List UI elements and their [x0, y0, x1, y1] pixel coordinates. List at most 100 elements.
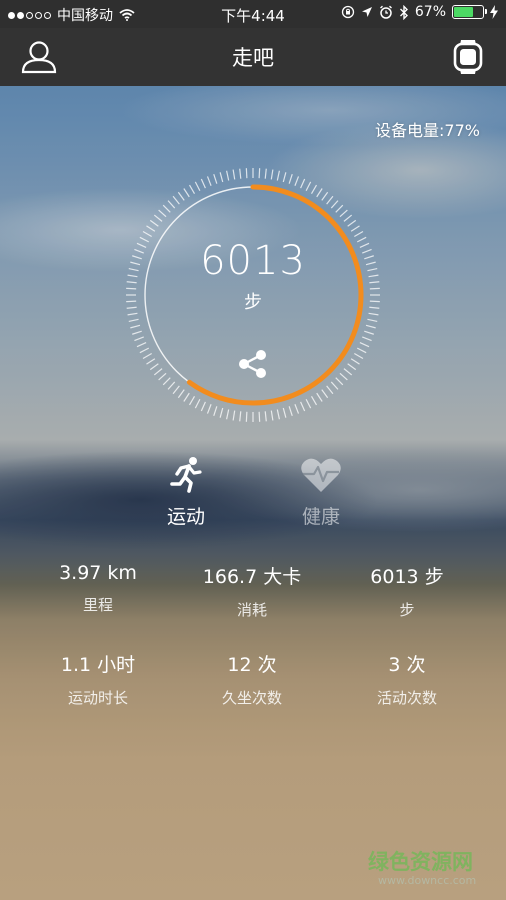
ring-tick — [294, 176, 300, 186]
smartwatch-icon — [453, 40, 483, 74]
ring-tick — [367, 318, 378, 322]
ring-tick — [270, 169, 274, 180]
watermark-url: www.downcc.com — [378, 874, 477, 887]
page-title: 走吧 — [232, 46, 274, 70]
ring-tick — [258, 168, 261, 179]
ring-tick — [226, 409, 230, 420]
ring-tick — [158, 372, 167, 381]
ring-tick — [149, 363, 159, 371]
ring-tick — [167, 200, 176, 209]
battery-percent: 67% — [414, 4, 446, 20]
ring-tick — [132, 330, 142, 335]
ring-tick — [183, 392, 190, 402]
ring-tick — [282, 172, 287, 183]
tab-sport-label: 运动 — [166, 506, 205, 528]
ring-tick — [146, 225, 156, 232]
bluetooth-icon — [399, 4, 408, 20]
device-battery-label: 设备电量:77% — [375, 121, 480, 140]
ring-tick — [305, 181, 312, 192]
ring-tick — [335, 377, 344, 386]
stat-calories-label: 消耗 — [236, 601, 267, 619]
ring-tick — [172, 385, 180, 395]
ring-tick — [158, 209, 167, 218]
alarm-icon — [379, 5, 392, 19]
share-button[interactable] — [235, 346, 271, 382]
ring-tick — [213, 174, 218, 184]
ring-tick — [142, 352, 152, 360]
ring-tick — [364, 330, 374, 335]
ring-tick — [213, 406, 218, 416]
ring-tick — [350, 225, 360, 232]
stat-sedentary-label: 久坐次数 — [221, 689, 282, 707]
ring-tick — [354, 230, 364, 238]
stat-duration: 1.1 小时 运动时长 — [18, 650, 178, 708]
ring-tick — [316, 188, 323, 198]
ring-tick — [177, 389, 185, 399]
ring-tick — [188, 184, 196, 194]
stat-activity: 3 次 活动次数 — [327, 650, 487, 708]
ring-tick — [219, 407, 224, 418]
ring-tick — [134, 336, 144, 342]
share-icon — [239, 350, 266, 378]
ring-tick — [300, 401, 306, 412]
ring-tick — [226, 170, 230, 181]
charging-bolt-icon — [490, 5, 498, 19]
ring-tick — [288, 406, 293, 416]
step-count: 6013 — [200, 238, 306, 284]
ring-tick — [310, 184, 318, 194]
ring-tick — [232, 169, 236, 180]
ring-tick — [276, 409, 280, 420]
ring-tick — [149, 219, 159, 227]
ring-tick — [177, 191, 185, 201]
stat-steps: 6013 步 步 — [327, 562, 487, 620]
ring-tick — [330, 200, 339, 209]
ring-tick — [339, 372, 348, 381]
ring-tick — [130, 324, 141, 329]
tab-health[interactable]: 健康 — [271, 456, 371, 529]
stat-activity-label: 活动次数 — [376, 689, 437, 707]
ring-tick — [136, 342, 147, 348]
ring-tick — [347, 363, 357, 371]
heart-pulse-icon — [301, 458, 341, 492]
ring-tick — [200, 178, 206, 189]
ring-tick — [219, 172, 224, 183]
ring-tick — [326, 385, 334, 395]
ring-tick — [200, 401, 206, 412]
ring-tick — [245, 411, 248, 422]
ring-tick — [316, 392, 323, 402]
battery-icon — [452, 5, 487, 19]
stat-duration-label: 运动时长 — [67, 689, 128, 707]
ring-tick — [276, 170, 280, 181]
ring-tick — [330, 381, 339, 390]
ring-tick — [153, 214, 163, 222]
step-ring[interactable]: 6013 步 — [124, 166, 382, 424]
ring-tick — [162, 204, 171, 213]
ring-tick — [339, 209, 348, 218]
ring-tick — [258, 411, 261, 422]
location-arrow-icon — [361, 7, 372, 17]
ring-tick — [146, 358, 156, 365]
status-bar: 中国移动 下午4:44 67% — [0, 0, 506, 28]
ring-tick — [183, 188, 190, 198]
stat-calories: 166.7 大卡 消耗 — [172, 562, 332, 620]
ring-tick — [232, 410, 236, 421]
status-right: 67% — [341, 4, 498, 20]
ring-tick — [194, 181, 201, 192]
ring-tick — [335, 204, 344, 213]
stat-activity-value: 3 次 — [388, 654, 426, 676]
ring-tick — [282, 407, 287, 418]
ring-tick — [365, 324, 376, 329]
ring-tick — [294, 404, 300, 414]
rotation-lock-icon — [341, 5, 355, 19]
ring-tick — [300, 178, 306, 189]
stat-distance-value: 3.97 km — [59, 562, 137, 584]
ring-tick — [153, 368, 163, 376]
tab-sport[interactable]: 运动 — [136, 456, 236, 529]
device-button[interactable] — [448, 36, 488, 78]
ring-tick — [264, 411, 267, 422]
ring-tick — [162, 377, 171, 386]
ring-tick — [343, 368, 353, 376]
app-header: 走吧 — [0, 28, 506, 86]
stat-steps-label: 步 — [399, 601, 415, 619]
battery-level-fill — [454, 7, 473, 17]
